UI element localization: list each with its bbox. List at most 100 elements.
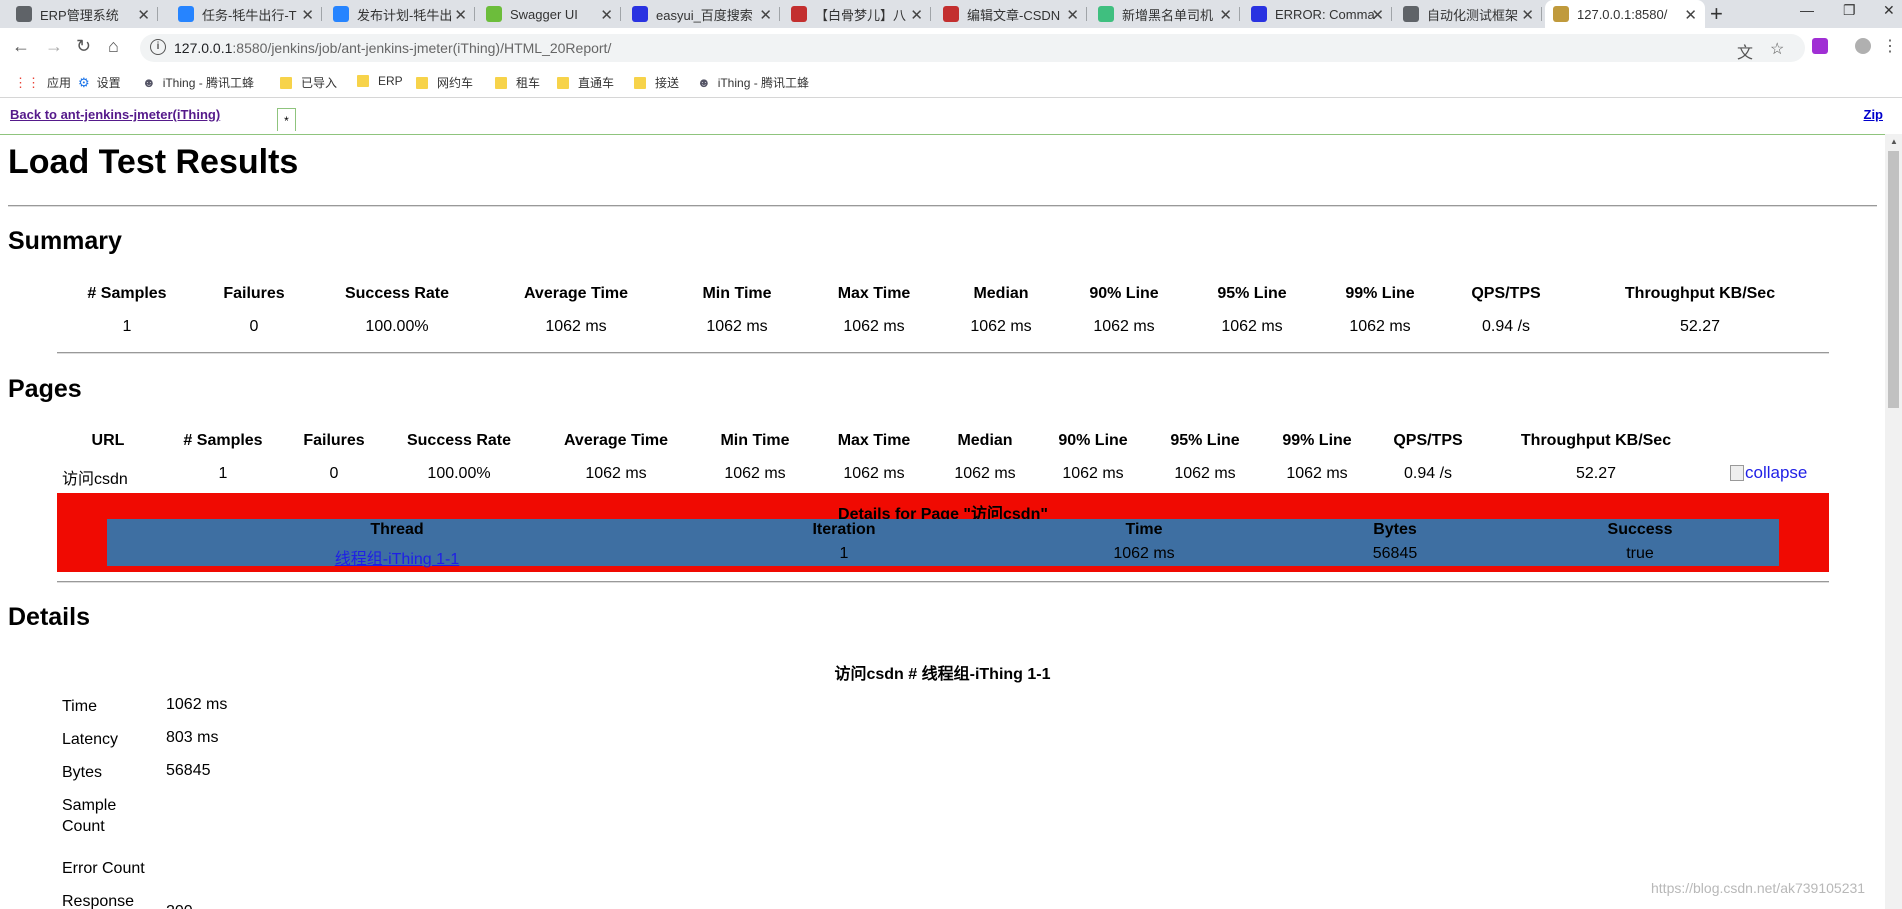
detail-key: Latency — [62, 731, 119, 748]
bookmark-label: iThing - 腾讯工蜂 — [717, 76, 810, 90]
bookmark-star-icon[interactable]: ☆ — [1770, 39, 1784, 59]
tab-close-icon[interactable]: ✕ — [454, 6, 467, 24]
pages-value-cell: 52.27 — [1575, 465, 1617, 482]
home-icon[interactable]: ⌂ — [108, 36, 119, 57]
profile-avatar-icon[interactable] — [1855, 38, 1871, 54]
page-scrollbar[interactable]: ▲ — [1885, 134, 1902, 909]
bookmark-label: 网约车 — [437, 76, 474, 90]
pages-header-cell: Failures — [303, 432, 365, 449]
tab-separator — [779, 7, 780, 21]
folder-icon — [557, 76, 569, 89]
collapse-link[interactable]: collapse — [1730, 463, 1807, 483]
tab-close-icon[interactable]: ✕ — [759, 6, 772, 24]
tab-close-icon[interactable]: ✕ — [600, 6, 613, 24]
bookmark-item[interactable]: ☻ iThing - 腾讯工蜂 — [142, 74, 254, 91]
report-icon — [1553, 6, 1569, 22]
browser-tab[interactable]: 【白骨梦儿】八 ✕ — [783, 0, 931, 28]
bookmark-item[interactable]: ⚙ 设置 — [78, 74, 121, 91]
browser-toolbar: ← → ↻ ⌂ i 127.0.0.1:8580/jenkins/job/ant… — [0, 28, 1902, 68]
bookmark-item[interactable]: 租车 — [495, 74, 540, 91]
zip-link[interactable]: Zip — [1864, 107, 1884, 122]
bookmark-item[interactable]: 接送 — [634, 74, 679, 91]
site-info-icon[interactable]: i — [150, 39, 166, 55]
url-text[interactable]: 127.0.0.1:8580/jenkins/job/ant-jenkins-j… — [174, 40, 611, 56]
tab-separator — [1541, 7, 1542, 21]
browser-tab[interactable]: 编辑文章-CSDN ✕ — [935, 0, 1087, 28]
tab-close-icon[interactable]: ✕ — [1371, 6, 1384, 24]
pages-value-cell: 100.00% — [427, 465, 491, 482]
browser-tab[interactable]: 127.0.0.1:8580/ ✕ — [1545, 0, 1705, 28]
bookmark-label: 接送 — [655, 76, 680, 90]
summary-header-cell: 90% Line — [1089, 285, 1159, 302]
bookmark-item[interactable]: ERP — [357, 74, 403, 88]
tab-close-icon[interactable]: ✕ — [1684, 6, 1697, 24]
browser-tab[interactable]: Swagger UI ✕ — [478, 0, 621, 28]
video-icon — [1098, 6, 1114, 22]
bookmark-label: iThing - 腾讯工蜂 — [162, 76, 255, 90]
browser-tab[interactable]: 任务-牦牛出行-T ✕ — [170, 0, 322, 28]
thread-link[interactable]: 线程组-iThing 1-1 — [335, 545, 459, 569]
back-to-job-link[interactable]: Back to ant-jenkins-jmeter(iThing) — [10, 107, 220, 122]
pages-value-cell: 0.94 /s — [1403, 465, 1453, 482]
bookmark-item[interactable]: ☻ iThing - 腾讯工蜂 — [697, 74, 809, 91]
browser-tab[interactable]: ERROR: Comma ✕ — [1243, 0, 1392, 28]
browser-tab[interactable]: 新增黑名单司机 ✕ — [1090, 0, 1240, 28]
summary-header-cell: Median — [973, 285, 1029, 302]
pages-value-cell: 1062 ms — [724, 465, 786, 482]
tab-close-icon[interactable]: ✕ — [137, 6, 150, 24]
extension-icon[interactable] — [1812, 38, 1828, 54]
browser-tab[interactable]: ERP管理系统 ✕ — [8, 0, 158, 28]
tab-title: ERROR: Comma — [1275, 6, 1375, 22]
summary-header-cell: Throughput KB/Sec — [1624, 285, 1776, 302]
tab-separator — [157, 7, 158, 21]
broken-image-icon — [1730, 465, 1744, 481]
detail-value: 200 — [166, 903, 193, 909]
bookmark-item[interactable]: 直通车 — [557, 74, 614, 91]
summary-value-cell: 1062 ms — [706, 318, 768, 335]
reload-icon[interactable]: ↻ — [76, 36, 91, 57]
detail-key: Sample Count — [62, 797, 117, 835]
pages-header-cell: Median — [957, 432, 1013, 449]
browser-tab[interactable]: easyui_百度搜索 ✕ — [624, 0, 780, 28]
close-window-button[interactable]: ✕ — [1883, 2, 1895, 19]
summary-value-cell: 0.94 /s — [1481, 318, 1531, 335]
address-bar[interactable]: i 127.0.0.1:8580/jenkins/job/ant-jenkins… — [140, 34, 1805, 62]
bookmark-item[interactable]: 网约车 — [416, 74, 473, 91]
tab-close-icon[interactable]: ✕ — [1521, 6, 1534, 24]
detail-key: Error Count — [62, 860, 145, 877]
bookmark-label: 已导入 — [301, 76, 338, 90]
apps-icon: ⋮⋮ — [14, 74, 40, 90]
summary-header-cell: # Samples — [87, 285, 167, 302]
bookmarks-bar: ⋮⋮ 应用 ⚙ 设置 ☻ iThing - 腾讯工蜂 已导入 ERP 网约车 租车 直通车 接送 ☻ iT… — [0, 68, 1902, 98]
tab-close-icon[interactable]: ✕ — [1066, 6, 1079, 24]
back-arrow-icon[interactable]: ← — [12, 36, 30, 57]
detail-header-cell: Iteration — [812, 521, 876, 538]
pages-header-cell: URL — [91, 432, 125, 449]
menu-icon[interactable]: ⋮ — [1882, 36, 1898, 56]
bookmark-item[interactable]: ⋮⋮ 应用 — [14, 74, 71, 91]
browser-tab[interactable]: 发布计划-牦牛出 ✕ — [325, 0, 475, 28]
scroll-up-arrow-icon[interactable]: ▲ — [1890, 137, 1898, 146]
minimize-button[interactable]: — — [1800, 2, 1814, 18]
pages-header-cell: Throughput KB/Sec — [1520, 432, 1672, 449]
tab-separator — [930, 7, 931, 21]
detail-key: Bytes — [62, 764, 103, 781]
tab-close-icon[interactable]: ✕ — [1219, 6, 1232, 24]
scrollbar-thumb[interactable] — [1888, 151, 1899, 408]
tab-close-icon[interactable]: ✕ — [910, 6, 923, 24]
tab-separator — [1391, 7, 1392, 21]
detail-header-cell: Time — [1125, 521, 1163, 538]
report-tab[interactable]: * — [277, 108, 296, 131]
new-tab-button[interactable]: + — [1710, 1, 1723, 27]
bookmark-label: 应用 — [47, 76, 72, 90]
tab-title: 127.0.0.1:8580/ — [1577, 6, 1668, 22]
bookmark-item[interactable]: 已导入 — [280, 74, 337, 91]
tab-close-icon[interactable]: ✕ — [301, 6, 314, 24]
browser-tab[interactable]: 自动化测试框架 ✕ — [1395, 0, 1542, 28]
forward-arrow-icon[interactable]: → — [45, 36, 63, 57]
tab-title: easyui_百度搜索 — [656, 7, 753, 23]
translate-icon[interactable]: 文 — [1737, 39, 1753, 63]
tab-title: 任务-牦牛出行-T — [202, 7, 297, 23]
pages-value-cell: 1062 ms — [1174, 465, 1236, 482]
restore-button[interactable]: ❐ — [1843, 2, 1856, 19]
